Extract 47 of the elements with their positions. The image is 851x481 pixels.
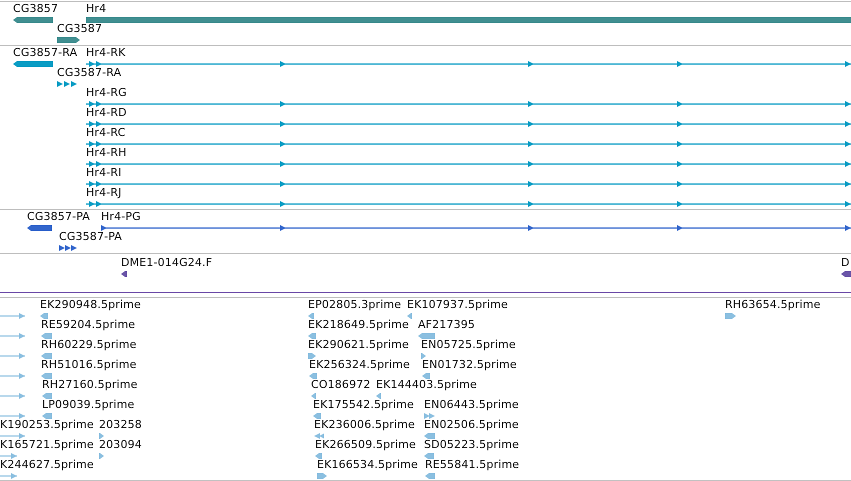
feature-label: CG3587 (57, 23, 102, 35)
feature-label: Hr4-RJ (86, 187, 122, 199)
feature-label: K244627.5prime (0, 459, 94, 471)
feature-label: RE59204.5prime (41, 319, 136, 331)
feature-label: K190253.5prime (0, 419, 94, 431)
feature-label: CG3587-PA (59, 231, 122, 243)
feature-label: CO186972 (311, 379, 371, 391)
feature-label: AF217395 (418, 319, 476, 331)
feature-label: EK236006.5prime (314, 419, 415, 431)
feature-label: RH60229.5prime (41, 339, 137, 351)
feature-label: Hr4-RG (86, 87, 127, 99)
feature-label: Hr4-PG (101, 211, 141, 223)
feature-label: EK166534.5prime (317, 459, 418, 471)
feature-label: RH27160.5prime (42, 379, 138, 391)
feature-label: Hr4-RI (86, 167, 122, 179)
feature-label: EN01732.5prime (422, 359, 517, 371)
feature-label: Hr4-RC (86, 127, 126, 139)
feature-label: 203258 (99, 419, 142, 431)
feature-label: Hr4-RD (86, 107, 127, 119)
feature-label: CG3587-RA (57, 67, 122, 79)
feature-label: EK256324.5prime (309, 359, 410, 371)
feature-label: CG3857-PA (27, 211, 90, 223)
feature-label: 203094 (99, 439, 142, 451)
feature-label: Hr4-RH (86, 147, 127, 159)
feature-label: EK290621.5prime (308, 339, 409, 351)
feature-label: Hr4 (86, 3, 106, 15)
feature-label: EK175542.5prime (313, 399, 414, 411)
feature-label: RH51016.5prime (41, 359, 137, 371)
feature-label: EP02805.3prime (308, 299, 402, 311)
feature-label: CG3857 (13, 3, 58, 15)
feature-label: EN05725.5prime (421, 339, 516, 351)
feature-label: EN02506.5prime (424, 419, 519, 431)
feature-label: DME1-014G24.F (121, 257, 212, 269)
feature-label: LP09039.5prime (42, 399, 134, 411)
feature-label: EK290948.5prime (40, 299, 141, 311)
feature-label: EK266509.5prime (315, 439, 416, 451)
feature-label: SD05223.5prime (424, 439, 520, 451)
feature-label: EK144403.5prime (376, 379, 477, 391)
feature-label: CG3857-RA (13, 47, 78, 59)
feature-label: RH63654.5prime (725, 299, 821, 311)
feature-label: EK107937.5prime (407, 299, 508, 311)
feature-label: EK218649.5prime (308, 319, 409, 331)
feature-label: K165721.5prime (0, 439, 94, 451)
feature-label: EN06443.5prime (424, 399, 519, 411)
feature-label: Hr4-RK (86, 47, 126, 59)
feature-label: RE55841.5prime (425, 459, 520, 471)
feature-label: D (841, 257, 850, 269)
